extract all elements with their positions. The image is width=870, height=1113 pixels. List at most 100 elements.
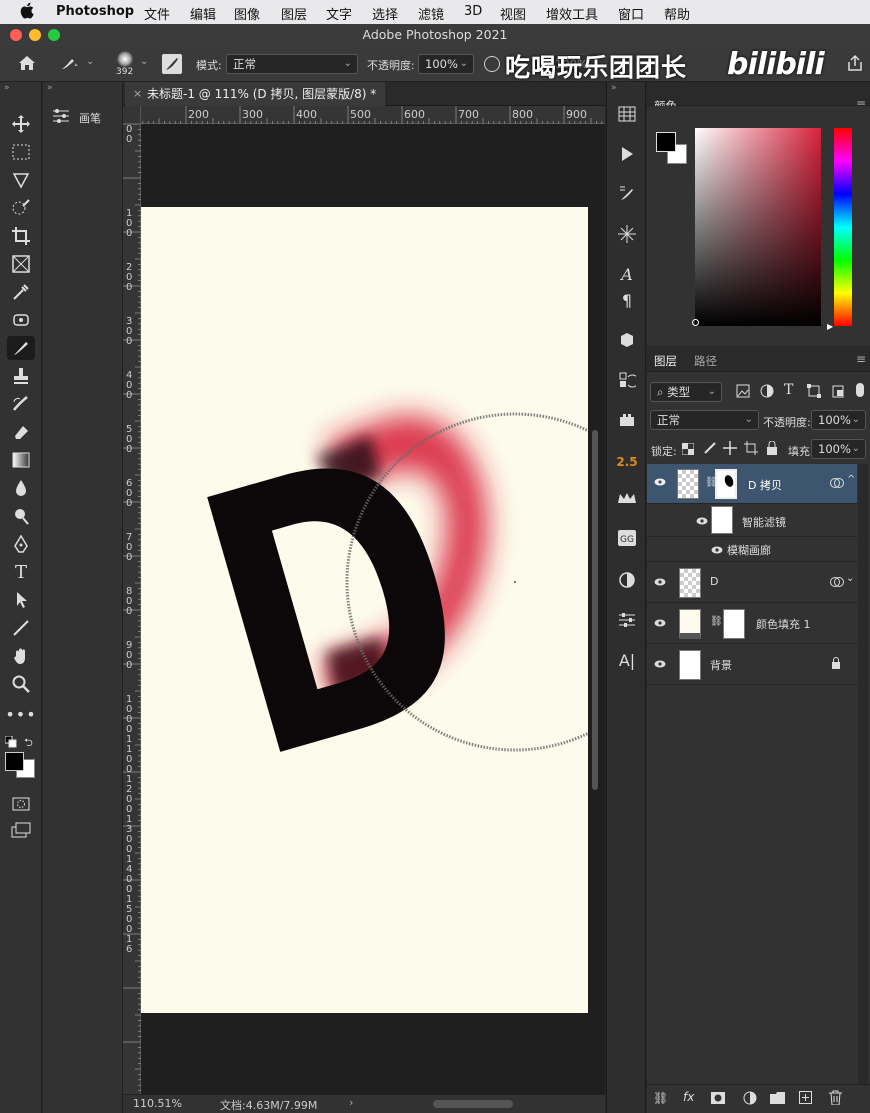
marquee-tool-icon[interactable] [7,140,35,164]
move-tool-icon[interactable] [7,112,35,136]
menu-help[interactable]: 帮助 [664,4,690,23]
menu-app-name[interactable]: Photoshop [56,4,134,19]
chevron-down-icon[interactable]: ⌄ [846,573,854,584]
menu-type[interactable]: 文字 [326,4,352,23]
link-layers-icon[interactable]: ⛓ [653,1091,668,1105]
menu-edit[interactable]: 编辑 [190,4,216,23]
hue-slider-handle[interactable]: ▶ [827,322,833,331]
type-tool-icon[interactable]: T [7,560,35,584]
menu-view[interactable]: 视图 [500,4,526,23]
collapse-icon[interactable]: » [4,83,10,93]
layer-row-blur-gallery[interactable]: 模糊画廊 [647,538,857,562]
zoom-level[interactable]: 110.51% [133,1097,182,1110]
fx-icon[interactable]: fx [683,1090,694,1104]
layer-filter-kind-dropdown[interactable]: ⌕ 类型 ⌄ [650,382,722,402]
filter-smart-object-icon[interactable] [831,384,845,398]
path-selection-tool-icon[interactable] [7,588,35,612]
menu-image[interactable]: 图像 [234,4,260,23]
filter-type-icon[interactable]: T [784,382,793,398]
layer-name[interactable]: 颜色填充 1 [756,616,811,632]
share-icon[interactable] [846,54,864,72]
layer-row-background[interactable]: 背景 [647,645,857,685]
brush-preset-icon[interactable] [58,55,80,73]
layer-row-d[interactable]: D ⌄ [647,563,857,603]
brush-presets-icon[interactable] [613,182,641,206]
horizontal-ruler[interactable]: 200 300 400 500 600 700 800 900 [141,106,605,124]
lock-position-icon[interactable] [723,441,737,455]
layer-row-smart-filters[interactable]: 智能滤镜 [647,505,857,537]
healing-tool-icon[interactable] [7,308,35,332]
canvas[interactable] [141,207,588,1013]
zoom-window-button[interactable] [48,29,60,41]
brush-tip-preview[interactable] [117,51,133,67]
minimize-window-button[interactable] [29,29,41,41]
frame-tool-icon[interactable] [7,252,35,276]
lock-all-icon[interactable] [766,441,778,455]
layers-scroll-track[interactable] [858,464,868,1084]
menu-window[interactable]: 窗口 [618,4,644,23]
glyphs-panel-icon[interactable]: A| [613,648,641,672]
menu-filter[interactable]: 滤镜 [418,4,444,23]
layer-opacity-input[interactable]: 100% ⌄ [811,410,866,430]
eyedropper-tool-icon[interactable] [7,280,35,304]
grid-panel-icon[interactable] [613,102,641,126]
lasso-tool-icon[interactable] [7,168,35,192]
layer-name[interactable]: D [710,575,718,588]
menu-layer[interactable]: 图层 [281,4,307,23]
layer-mask-thumbnail[interactable] [715,469,737,499]
stamp-tool-icon[interactable] [7,364,35,388]
crop-tool-icon[interactable] [7,224,35,248]
history-panel-icon[interactable] [613,368,641,392]
layer-name[interactable]: 背景 [710,657,732,673]
eye-icon[interactable] [654,660,666,668]
character-panel-icon[interactable]: A [613,262,641,286]
add-mask-icon[interactable] [711,1092,725,1104]
chevron-right-icon[interactable]: › [349,1096,353,1109]
fill-layer-thumbnail[interactable] [679,609,701,639]
panel-menu-icon[interactable]: ≡ [856,352,866,366]
adjustment-layer-icon[interactable] [743,1091,757,1105]
layer-name[interactable]: D 拷贝 [748,477,782,493]
filter-toggle[interactable] [856,383,864,397]
chevron-up-icon[interactable]: ^ [847,474,855,485]
version-badge[interactable]: 2.5 [613,450,641,474]
line-tool-icon[interactable] [7,616,35,640]
color-picker-handle[interactable] [692,319,699,326]
collapse-icon[interactable]: » [611,83,617,93]
close-window-button[interactable] [10,29,22,41]
chevron-down-icon[interactable]: ⌄ [140,56,148,67]
dodge-tool-icon[interactable] [7,504,35,528]
brush-panel-label[interactable]: 画笔 [79,110,101,126]
default-colors-icon[interactable] [5,736,17,748]
hand-tool-icon[interactable] [7,644,35,668]
vertical-scrollbar[interactable] [592,430,598,790]
lock-transparent-icon[interactable] [682,443,694,455]
spark-icon[interactable] [613,222,641,246]
filter-pixel-icon[interactable] [736,384,750,398]
hue-slider[interactable] [834,128,852,326]
eye-icon[interactable] [654,619,666,627]
chevron-down-icon[interactable]: ⌄ [86,56,94,67]
blur-tool-icon[interactable] [7,476,35,500]
fill-input[interactable]: 100% ⌄ [811,439,866,459]
ruler-corner[interactable] [123,106,141,124]
plugin-panel-icon[interactable] [613,408,641,432]
foreground-color-swatch[interactable] [5,752,24,771]
close-tab-icon[interactable]: × [133,82,142,106]
lock-artboard-icon[interactable] [744,441,758,455]
eraser-tool-icon[interactable] [7,420,35,444]
zoom-tool-icon[interactable] [7,672,35,696]
brush-tool-icon[interactable] [7,336,35,360]
layers-tab[interactable]: 图层 [654,353,677,369]
menu-3d[interactable]: 3D [464,4,482,19]
quick-mask-icon[interactable] [7,792,35,816]
mode-dropdown[interactable]: 正常 ⌄ [226,54,358,74]
panel-foreground-swatch[interactable] [656,132,676,152]
eye-icon[interactable] [654,478,666,486]
eye-icon[interactable] [696,517,708,525]
smart-filter-mask-thumbnail[interactable] [711,506,733,534]
layer-row-d-copy[interactable]: ⛓ D 拷贝 ^ [647,464,857,504]
link-icon[interactable]: ⛓ [710,616,723,627]
layer-mask-thumbnail[interactable] [723,609,745,639]
paragraph-panel-icon[interactable]: ¶ [613,288,641,312]
